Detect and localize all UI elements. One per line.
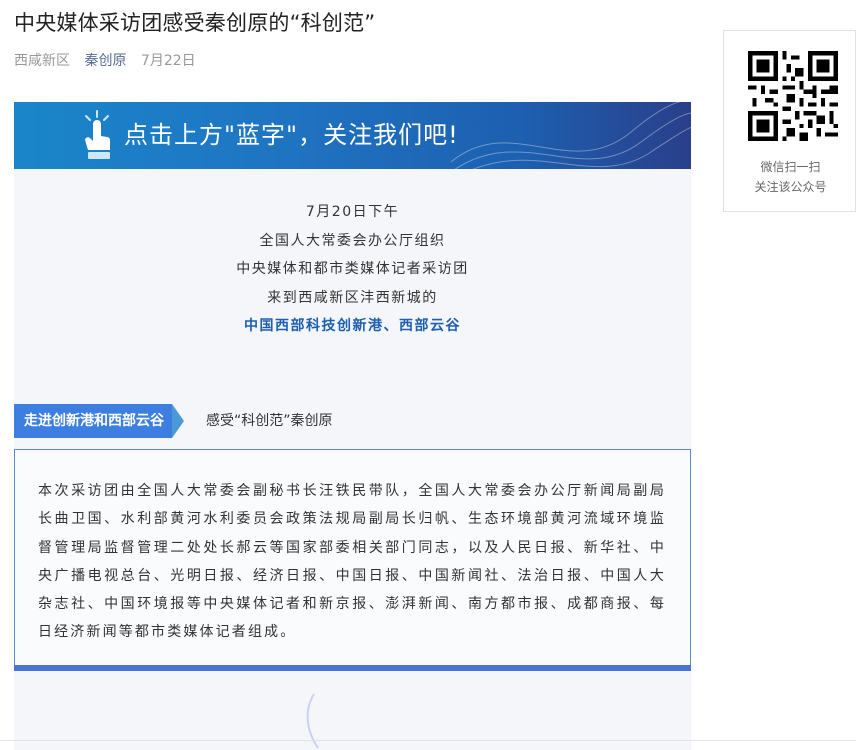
account-name-link[interactable]: 秦创原	[84, 53, 126, 69]
qr-caption-line1: 微信扫一扫	[760, 160, 821, 174]
tag-arrow-icon	[172, 404, 184, 438]
intro-line: 7月20日下午	[305, 204, 400, 220]
article-meta: 西咸新区 秦创原 7月22日	[14, 51, 206, 71]
banner-text: 点击上方"蓝字"，关注我们吧!	[124, 121, 459, 149]
body-text-box: 本次采访团由全国人大常委会副秘书长汪铁民带队，全国人大常委会办公厅新闻局副局长曲…	[14, 449, 691, 671]
section-subtitle: 感受“科创范”秦创原	[206, 413, 333, 429]
divider	[0, 740, 856, 741]
article-source: 西咸新区	[14, 53, 70, 69]
box-bottom-bar	[14, 665, 691, 671]
intro-line: 来到西咸新区沣西新城的	[267, 289, 438, 306]
intro-block: 7月20日下午 全国人大常委会办公厅组织 中央媒体和都市类媒体记者采访团 来到西…	[14, 198, 691, 341]
body-paragraph: 本次采访团由全国人大常委会副秘书长汪铁民带队，全国人大常委会办公厅新闻局副局长曲…	[38, 483, 666, 641]
follow-banner[interactable]: 点击上方"蓝字"，关注我们吧!	[14, 102, 691, 169]
qr-card: 微信扫一扫 关注该公众号	[723, 30, 856, 212]
curve-decoration	[306, 693, 319, 749]
tap-hand-icon	[85, 110, 110, 159]
qr-code-icon[interactable]	[748, 51, 838, 141]
wave-decoration	[451, 102, 691, 169]
intro-line: 全国人大常委会办公厅组织	[259, 232, 446, 249]
publish-date: 7月22日	[140, 53, 196, 69]
section-tag: 走进创新港和西部云谷	[14, 404, 184, 438]
section-tag-label: 走进创新港和西部云谷	[14, 404, 172, 438]
intro-highlight: 中国西部科技创新港、西部云谷	[244, 318, 461, 334]
qr-caption-line2: 关注该公众号	[754, 180, 827, 194]
intro-line: 中央媒体和都市类媒体记者采访团	[236, 261, 469, 277]
article-title: 中央媒体采访团感受秦创原的“科创范”	[14, 11, 376, 35]
